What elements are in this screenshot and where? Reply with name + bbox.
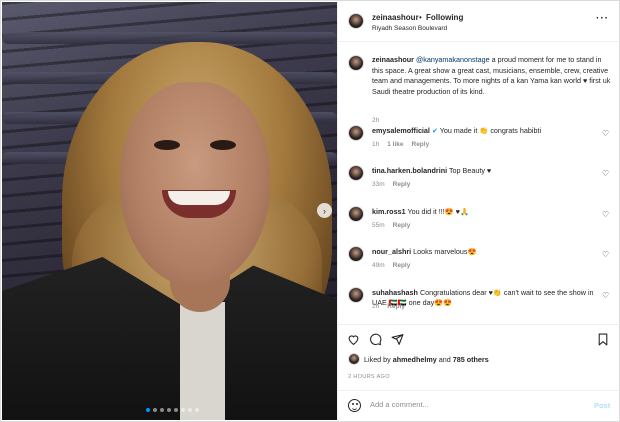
comment-meta: 33m Reply	[372, 181, 410, 188]
liked-by-prefix: Liked by	[364, 355, 391, 364]
comment-body: You did it !!!😍 ♥🙏	[407, 207, 469, 216]
comment-row: suhahashash Congratulations dear ♥👏 can'…	[348, 287, 610, 324]
comment-meta: 55m Reply	[372, 222, 410, 229]
comment-likes[interactable]: 1 like	[387, 141, 403, 148]
caption-text: zeinaashour @kanyamakanonstage a proud m…	[372, 55, 612, 97]
liked-by-and: and	[438, 355, 451, 364]
caption-mention[interactable]: @kanyamakanonstage	[416, 55, 490, 64]
carousel-dot	[153, 408, 157, 412]
comment-text: emysalemofficial ✔ You made it 👏 congrat…	[372, 126, 598, 137]
comment-text: kim.ross1 You did it !!!😍 ♥🙏	[372, 207, 598, 217]
share-icon[interactable]	[391, 333, 404, 349]
seat-row	[2, 32, 337, 44]
comment-row: kim.ross1 You did it !!!😍 ♥🙏 55m Reply ♡	[348, 206, 610, 246]
commenter-avatar[interactable]	[348, 246, 364, 262]
liker-avatar[interactable]	[348, 353, 360, 365]
comment-body: Looks marvelous😍	[413, 247, 477, 256]
comment-text: suhahashash Congratulations dear ♥👏 can'…	[372, 288, 598, 308]
add-comment-bar: Post	[338, 390, 620, 420]
commenter-username[interactable]: kim.ross1	[372, 207, 406, 216]
author-username[interactable]: zeinaashour	[372, 13, 419, 22]
commenter-avatar[interactable]	[348, 165, 364, 181]
comment-reply-button[interactable]: Reply	[387, 303, 405, 310]
post-header: zeinaashour • Following Riyadh Season Bo…	[338, 2, 620, 42]
commenter-username[interactable]: nour_alshri	[372, 247, 411, 256]
carousel-dot	[167, 408, 171, 412]
heart-icon[interactable]	[347, 333, 360, 349]
verified-badge-icon: ✔	[431, 128, 438, 135]
chevron-right-icon: ›	[323, 205, 326, 216]
comment-body: Top Beauty ♥	[448, 166, 492, 175]
more-options-icon[interactable]: ···	[596, 13, 609, 24]
comment-time: 1h	[372, 141, 380, 148]
commenter-username[interactable]: suhahashash	[372, 288, 418, 297]
comment-row: tina.harken.bolandrini Top Beauty ♥ 33m …	[348, 165, 610, 205]
carousel-dot	[160, 408, 164, 412]
photo-subject-eye	[154, 140, 180, 150]
carousel-dot	[181, 408, 185, 412]
comment-meta: 2h Reply	[372, 303, 405, 310]
comment-like-icon[interactable]: ♡	[602, 169, 609, 178]
comment-reply-button[interactable]: Reply	[393, 262, 411, 269]
post-comment-button[interactable]: Post	[594, 401, 610, 410]
carousel-next-button[interactable]: ›	[317, 203, 332, 218]
commenter-username[interactable]: emysalemofficial	[372, 126, 430, 135]
carousel-dots	[146, 408, 199, 412]
photo-subject-teeth	[168, 191, 230, 205]
comment-row: nour_alshri Looks marvelous😍 49m Reply ♡	[348, 246, 610, 286]
following-button[interactable]: Following	[426, 13, 463, 22]
comment-text: nour_alshri Looks marvelous😍	[372, 247, 598, 257]
caption-author-avatar[interactable]	[348, 55, 364, 71]
photo-subject-shirt	[180, 302, 225, 420]
liked-by-user[interactable]: ahmedhelmy	[393, 355, 437, 364]
emoji-icon[interactable]	[348, 399, 361, 412]
caption-author[interactable]: zeinaashour	[372, 55, 414, 64]
photo-subject-eye	[210, 140, 236, 150]
comment-row: emysalemofficial ✔ You made it 👏 congrat…	[348, 125, 610, 165]
carousel-dot	[188, 408, 192, 412]
post-actions: Liked by ahmedhelmy and 785 others 2 HOU…	[338, 324, 620, 384]
comment-time: 49m	[372, 262, 385, 269]
comment-like-icon[interactable]: ♡	[602, 250, 609, 259]
commenter-avatar[interactable]	[348, 206, 364, 222]
carousel-dot	[174, 408, 178, 412]
comment-time: 2h	[372, 303, 380, 310]
comment-time: 55m	[372, 222, 385, 229]
carousel-dot	[195, 408, 199, 412]
comment-like-icon[interactable]: ♡	[602, 291, 609, 300]
comments-list[interactable]: zeinaashour @kanyamakanonstage a proud m…	[338, 43, 620, 324]
commenter-avatar[interactable]	[348, 125, 364, 141]
post-timestamp[interactable]: 2 HOURS AGO	[348, 374, 390, 380]
comment-meta: 49m Reply	[372, 262, 410, 269]
photo-subject-face	[120, 82, 270, 287]
caption-time: 2h	[372, 117, 380, 124]
add-comment-input[interactable]	[370, 400, 570, 409]
comment-reply-button[interactable]: Reply	[393, 181, 411, 188]
comment-text: tina.harken.bolandrini Top Beauty ♥	[372, 166, 598, 176]
comment-like-icon[interactable]: ♡	[602, 210, 609, 219]
comment-meta: 1h 1 like Reply	[372, 141, 429, 148]
post-photo[interactable]: ›	[2, 2, 337, 420]
comment-like-icon[interactable]: ♡	[602, 129, 609, 138]
bookmark-icon[interactable]	[597, 333, 609, 349]
post-location[interactable]: Riyadh Season Boulevard	[372, 25, 447, 32]
comment-time: 33m	[372, 181, 385, 188]
liked-by-others[interactable]: 785 others	[453, 355, 489, 364]
commenter-avatar[interactable]	[348, 287, 364, 303]
commenter-username[interactable]: tina.harken.bolandrini	[372, 166, 447, 175]
header-separator: •	[419, 13, 422, 22]
instagram-post-modal: › zeinaashour • Following Riyadh Season …	[0, 0, 620, 422]
comment-reply-button[interactable]: Reply	[393, 222, 411, 229]
author-avatar[interactable]	[348, 13, 364, 29]
comment-icon[interactable]	[369, 333, 382, 349]
carousel-dot	[146, 408, 150, 412]
comment-body: You made it 👏 congrats habibti	[439, 126, 542, 135]
comment-reply-button[interactable]: Reply	[412, 141, 430, 148]
post-side-panel: zeinaashour • Following Riyadh Season Bo…	[337, 2, 620, 420]
